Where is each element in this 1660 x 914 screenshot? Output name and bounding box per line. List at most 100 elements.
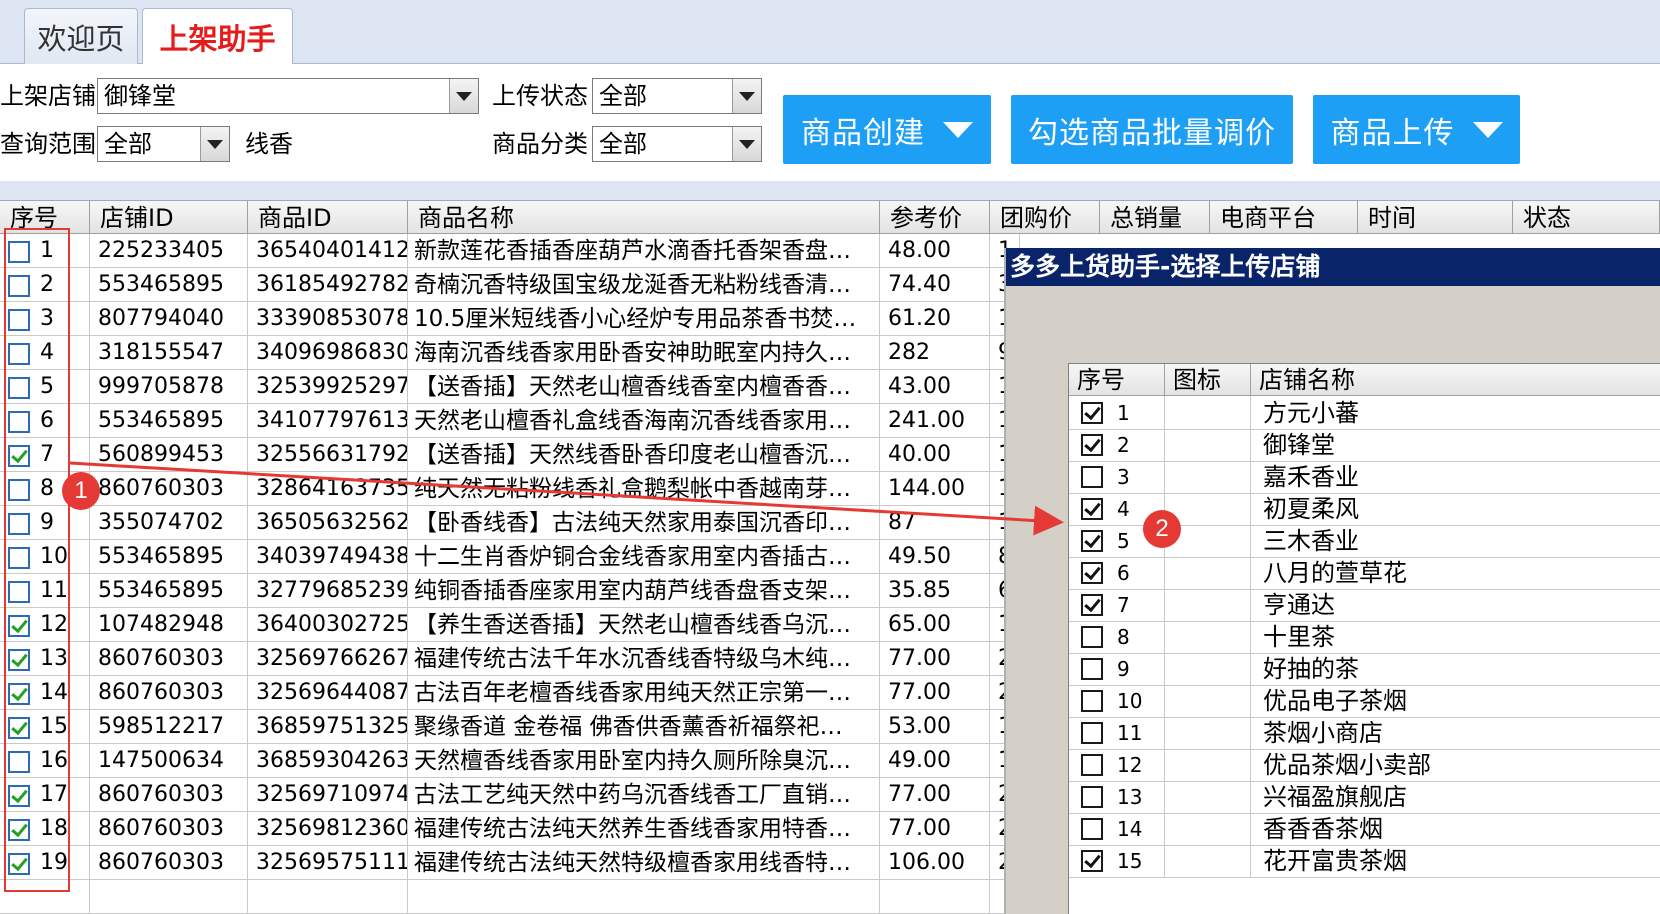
upload-goods-button[interactable]: 商品上传 bbox=[1313, 95, 1520, 164]
table-row[interactable]: 9 355074702 365056325627 【卧香线香】古法纯天然家用泰国沉香印… bbox=[0, 506, 1020, 540]
store-row[interactable]: 15 花开富贵茶烟 bbox=[1069, 844, 1660, 878]
store-checkbox[interactable] bbox=[1081, 626, 1103, 648]
row-checkbox[interactable] bbox=[8, 309, 30, 331]
row-checkbox[interactable] bbox=[8, 275, 30, 297]
store-checkbox[interactable] bbox=[1081, 690, 1103, 712]
header-col-goods-name[interactable]: 商品名称 bbox=[408, 201, 880, 234]
table-row[interactable]: 18 860760303 325698123606 福建传统古法纯天然养生香线香家用特… bbox=[0, 812, 1020, 846]
chevron-down-icon[interactable] bbox=[732, 79, 762, 113]
ref-price-cell: 77.00 bbox=[880, 812, 990, 846]
header-col-total-sales[interactable]: 总销量 bbox=[1100, 201, 1210, 234]
store-checkbox[interactable] bbox=[1081, 754, 1103, 776]
goods-name-cell: 纯铜香插香座家用室内葫芦线香盘香支架… bbox=[408, 574, 880, 608]
goods-name-cell: 海南沉香线香家用卧香安神助眠室内持久… bbox=[408, 336, 880, 370]
store-checkbox[interactable] bbox=[1081, 786, 1103, 808]
store-checkbox[interactable] bbox=[1081, 594, 1103, 616]
store-checkbox[interactable] bbox=[1081, 402, 1103, 424]
upload-status-select[interactable]: 全部 bbox=[592, 78, 762, 114]
table-row[interactable]: 5 999705878 325399252976 【送香插】天然老山檀香线香室内檀香香… bbox=[0, 370, 1020, 404]
store-row[interactable]: 7 亨通达 bbox=[1069, 588, 1660, 622]
row-checkbox[interactable] bbox=[8, 581, 30, 603]
table-row[interactable]: 6 553465895 341077976139 天然老山檀香礼盒线香海南沉香线香家用… bbox=[0, 404, 1020, 438]
store-icon-cell bbox=[1165, 620, 1251, 654]
create-goods-button[interactable]: 商品创建 bbox=[783, 95, 991, 164]
header-col-time[interactable]: 时间 bbox=[1358, 201, 1513, 234]
table-row[interactable]: 19 860760303 325695751111 福建传统古法纯天然特级檀香家用线香… bbox=[0, 846, 1020, 880]
store-id-cell: 999705878 bbox=[90, 370, 248, 404]
store-row[interactable]: 11 茶烟小商店 bbox=[1069, 716, 1660, 750]
dialog-col-store-name[interactable]: 店铺名称 bbox=[1251, 364, 1660, 396]
table-row[interactable]: 17 860760303 325697109746 古法工艺纯天然中药乌沉香线香工厂直… bbox=[0, 778, 1020, 812]
dialog-col-icon[interactable]: 图标 bbox=[1165, 364, 1251, 396]
chevron-down-icon[interactable] bbox=[449, 79, 479, 113]
store-checkbox[interactable] bbox=[1081, 818, 1103, 840]
row-checkbox[interactable] bbox=[8, 785, 30, 807]
store-checkbox[interactable] bbox=[1081, 722, 1103, 744]
table-row[interactable]: 7 560899453 325566317926 【送香插】天然线香卧香印度老山檀香沉… bbox=[0, 438, 1020, 472]
store-select[interactable]: 御锋堂 bbox=[97, 78, 479, 114]
chevron-down-icon[interactable] bbox=[200, 127, 230, 161]
row-checkbox[interactable] bbox=[8, 377, 30, 399]
store-checkbox[interactable] bbox=[1081, 562, 1103, 584]
store-row[interactable]: 1 方元小蕃 bbox=[1069, 396, 1660, 430]
row-checkbox[interactable] bbox=[8, 343, 30, 365]
header-col-goods-id[interactable]: 商品ID bbox=[248, 201, 408, 234]
store-checkbox[interactable] bbox=[1081, 530, 1103, 552]
store-checkbox[interactable] bbox=[1081, 466, 1103, 488]
row-checkbox[interactable] bbox=[8, 411, 30, 433]
header-col-platform[interactable]: 电商平台 bbox=[1210, 201, 1358, 234]
header-col-status[interactable]: 状态 bbox=[1513, 201, 1660, 234]
store-row[interactable]: 14 香香香茶烟 bbox=[1069, 812, 1660, 846]
store-name-cell: 初夏柔风 bbox=[1251, 492, 1660, 526]
row-checkbox[interactable] bbox=[8, 683, 30, 705]
dialog-col-no[interactable]: 序号 bbox=[1069, 364, 1165, 396]
table-row[interactable]: 16 147500634 368593042637 天然檀香线香家用卧室内持久厕所除臭… bbox=[0, 744, 1020, 778]
table-row[interactable]: 2 553465895 361854927826 奇楠沉香特级国宝级龙涎香无粘粉线香清… bbox=[0, 268, 1020, 302]
store-row[interactable]: 10 优品电子茶烟 bbox=[1069, 684, 1660, 718]
store-row[interactable]: 8 十里茶 bbox=[1069, 620, 1660, 654]
row-checkbox[interactable] bbox=[8, 751, 30, 773]
store-row[interactable]: 12 优品茶烟小卖部 bbox=[1069, 748, 1660, 782]
store-row[interactable]: 2 御锋堂 bbox=[1069, 428, 1660, 462]
row-checkbox[interactable] bbox=[8, 513, 30, 535]
chevron-down-icon[interactable] bbox=[732, 127, 762, 161]
tab-welcome[interactable]: 欢迎页 bbox=[24, 8, 138, 65]
table-row[interactable]: 10 553465895 340397494388 十二生肖香炉铜合金线香家用室内香插… bbox=[0, 540, 1020, 574]
tab-listing-assistant[interactable]: 上架助手 bbox=[142, 8, 293, 65]
store-name-cell: 兴福盈旗舰店 bbox=[1251, 780, 1660, 814]
header-col-group-price[interactable]: 团购价 bbox=[990, 201, 1100, 234]
table-row[interactable]: 15 598512217 368597513254 聚缘香道 金卷福 佛香供香薰香祈福… bbox=[0, 710, 1020, 744]
store-checkbox[interactable] bbox=[1081, 850, 1103, 872]
header-col-no[interactable]: 序号 bbox=[0, 201, 90, 234]
range-select[interactable]: 全部 bbox=[97, 126, 230, 162]
row-checkbox[interactable] bbox=[8, 717, 30, 739]
table-row[interactable]: 13 860760303 325697662679 福建传统古法千年水沉香线香特级乌木… bbox=[0, 642, 1020, 676]
row-checkbox[interactable] bbox=[8, 819, 30, 841]
table-row[interactable]: 1 225233405 365404014129 新款莲花香插香座葫芦水滴香托香架香盘… bbox=[0, 234, 1020, 268]
batch-price-button[interactable]: 勾选商品批量调价 bbox=[1011, 95, 1293, 164]
row-checkbox[interactable] bbox=[8, 853, 30, 875]
row-checkbox[interactable] bbox=[8, 615, 30, 637]
store-row[interactable]: 13 兴福盈旗舰店 bbox=[1069, 780, 1660, 814]
table-row[interactable]: 14 860760303 325696440876 古法百年老檀香线香家用纯天然正宗第… bbox=[0, 676, 1020, 710]
row-no-cell: 17 bbox=[0, 778, 90, 812]
table-row[interactable]: 4 318155547 340969868302 海南沉香线香家用卧香安神助眠室内持久… bbox=[0, 336, 1020, 370]
row-checkbox[interactable] bbox=[8, 479, 30, 501]
table-row[interactable]: 3 807794040 333908530787 10.5厘米短线香小心经炉专用品茶香… bbox=[0, 302, 1020, 336]
store-checkbox[interactable] bbox=[1081, 658, 1103, 680]
store-checkbox[interactable] bbox=[1081, 434, 1103, 456]
store-row[interactable]: 6 八月的萱草花 bbox=[1069, 556, 1660, 590]
header-col-ref-price[interactable]: 参考价 bbox=[880, 201, 990, 234]
table-row[interactable]: 11 553465895 327796852397 纯铜香插香座家用室内葫芦线香盘香支… bbox=[0, 574, 1020, 608]
store-checkbox[interactable] bbox=[1081, 498, 1103, 520]
row-checkbox[interactable] bbox=[8, 649, 30, 671]
row-checkbox[interactable] bbox=[8, 445, 30, 467]
table-row[interactable]: 8 860760303 328641637359 纯天然无粘粉线香礼盒鹅梨帐中香越南芽… bbox=[0, 472, 1020, 506]
row-checkbox[interactable] bbox=[8, 547, 30, 569]
store-row[interactable]: 9 好抽的茶 bbox=[1069, 652, 1660, 686]
table-row[interactable]: 12 107482948 364003027251 【养生香送香插】天然老山檀香线香乌… bbox=[0, 608, 1020, 642]
store-row[interactable]: 3 嘉禾香业 bbox=[1069, 460, 1660, 494]
header-col-store-id[interactable]: 店铺ID bbox=[90, 201, 248, 234]
row-checkbox[interactable] bbox=[8, 241, 30, 263]
category-select[interactable]: 全部 bbox=[592, 126, 762, 162]
